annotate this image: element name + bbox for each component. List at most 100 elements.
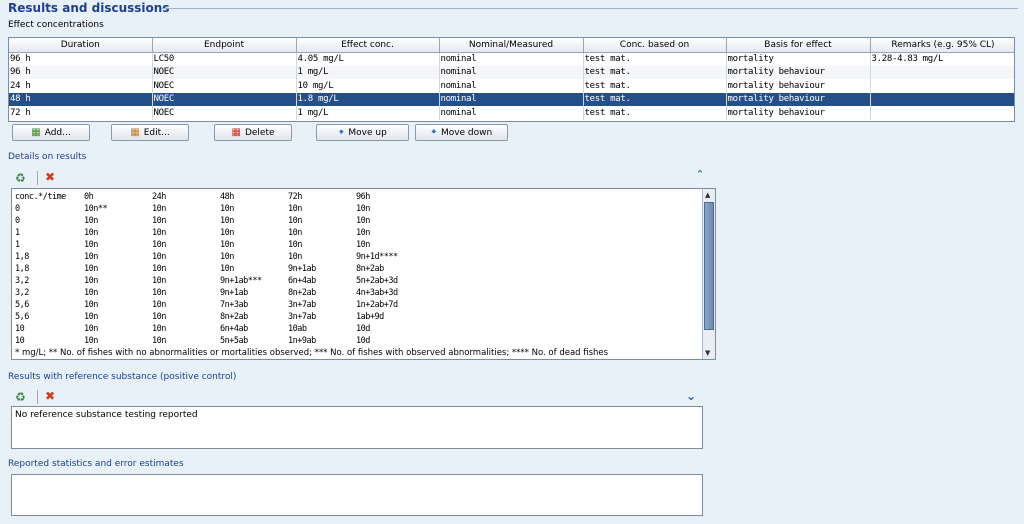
red-x-icon[interactable]: ✖ [45, 390, 55, 402]
details-cell: 10n [152, 312, 166, 322]
details-cell: 10n [84, 336, 98, 346]
effect-concentrations-table[interactable]: Duration Endpoint Effect conc. Nominal/M… [8, 37, 1015, 122]
section-title: Results and discussions [8, 1, 170, 15]
table-row[interactable]: 48 h NOEC 1.8 mg/L nominal test mat. mortalit… [9, 92, 1014, 106]
table-cell: 24 h [9, 79, 153, 93]
details-cell: 10n [220, 204, 234, 214]
delete-button[interactable]: ▦ Delete [214, 124, 292, 141]
details-cell: conc.*/time [15, 192, 66, 202]
details-cell: 1 [15, 228, 20, 238]
details-row: 1,8 10n 10n 10n 9n+1ab 8n+2ab [15, 263, 701, 275]
details-cell: 5,6 [15, 312, 29, 322]
table-cell: test mat. [583, 65, 727, 79]
edit-table-icon: ▦ [130, 126, 140, 138]
details-cell: 72h [288, 192, 302, 202]
details-cell: 10n [152, 324, 166, 334]
details-cell: 7n+3ab [220, 300, 248, 310]
col-nominal-measured[interactable]: Nominal/Measured [439, 38, 584, 53]
details-cell: 1n+9ab [288, 336, 316, 346]
details-cell: 10n [152, 216, 166, 226]
table-cell: 96 h [9, 65, 153, 79]
details-cell: 10n [84, 252, 98, 262]
edit-button-label: Edit... [143, 127, 170, 138]
scroll-down-icon[interactable]: ▼ [705, 349, 710, 357]
details-cell: 10 [15, 324, 25, 334]
toolbar-separator [37, 390, 38, 404]
details-cell: 10n [288, 252, 302, 262]
details-row: 1 10n 10n 10n 10n 10n [15, 239, 701, 251]
edit-button[interactable]: ▦ Edit... [111, 124, 189, 141]
arrow-down-icon: 🠻 [430, 126, 437, 138]
table-row[interactable]: 96 h LC50 4.05 mg/L nominal test mat. mortali… [9, 52, 1014, 66]
col-endpoint[interactable]: Endpoint [152, 38, 297, 53]
details-cell: 9n+1ab [220, 288, 248, 298]
statistics-text-area[interactable] [11, 474, 703, 516]
delete-table-icon: ▦ [231, 126, 241, 138]
table-cell: nominal [439, 65, 584, 79]
details-on-results-label: Details on results [8, 152, 87, 162]
table-header-row: Duration Endpoint Effect conc. Nominal/M… [9, 38, 1014, 53]
details-cell: 10n [84, 228, 98, 238]
details-cell: 10n [356, 240, 370, 250]
table-cell [870, 65, 1014, 79]
details-row: conc.*/time 0h 24h 48h 72h 96h [15, 191, 701, 203]
table-cell: nominal [439, 92, 584, 106]
details-cell: 10n [152, 264, 166, 274]
details-cell: 0 [15, 204, 20, 214]
col-effect-conc[interactable]: Effect conc. [296, 38, 440, 53]
col-basis-for-effect[interactable]: Basis for effect [726, 38, 871, 53]
details-footnote: * mg/L; ** No. of fishes with no abnorma… [15, 348, 701, 358]
details-cell: 5n+2ab+3d [356, 276, 398, 286]
green-add-icon[interactable]: ♻ [15, 391, 26, 403]
scroll-up-icon[interactable]: ▲ [705, 191, 710, 199]
col-conc-based-on[interactable]: Conc. based on [583, 38, 727, 53]
table-row[interactable]: 24 h NOEC 10 mg/L nominal test mat. mortality… [9, 79, 1014, 93]
details-cell: 10n [84, 240, 98, 250]
details-cell: 24h [152, 192, 166, 202]
details-cell: 48h [220, 192, 234, 202]
scroll-thumb[interactable] [704, 202, 714, 330]
table-cell: 96 h [9, 52, 153, 66]
green-add-icon[interactable]: ♻ [15, 172, 26, 184]
details-cell: 10n [84, 264, 98, 274]
details-cell: 10n [152, 288, 166, 298]
details-cell: 10n [152, 336, 166, 346]
add-table-icon: ▦ [31, 126, 41, 138]
details-cell: 10n [220, 252, 234, 262]
details-cell: 10ab [288, 324, 307, 334]
reference-text-area[interactable]: No reference substance testing reported [11, 406, 703, 449]
col-duration[interactable]: Duration [9, 38, 153, 53]
table-row[interactable]: 96 h NOEC 1 mg/L nominal test mat. mortality … [9, 65, 1014, 79]
details-cell: 1ab+9d [356, 312, 384, 322]
details-cell: 10n [84, 216, 98, 226]
details-cell: 9n+1d**** [356, 252, 398, 262]
double-chevron-down-icon[interactable]: ⌄ [686, 390, 696, 402]
red-x-icon[interactable]: ✖ [45, 171, 55, 183]
details-cell: 6n+4ab [288, 276, 316, 286]
details-cell: 0h [84, 192, 94, 202]
details-scrollbar[interactable]: ▲ ▼ [702, 189, 715, 359]
details-cell: 10d [356, 324, 370, 334]
details-cell: 10n [84, 276, 98, 286]
move-up-button[interactable]: 🠹 Move up [316, 124, 409, 141]
double-chevron-up-icon[interactable]: ˆ [697, 170, 703, 182]
table-cell [870, 106, 1014, 120]
details-cell: 10n [152, 240, 166, 250]
add-button[interactable]: ▦ Add... [12, 124, 90, 141]
table-cell: 72 h [9, 106, 153, 120]
table-cell: mortality [726, 52, 871, 66]
details-row: 5,6 10n 10n 8n+2ab 3n+7ab 1ab+9d [15, 311, 701, 323]
table-cell: mortality behaviour [726, 79, 871, 93]
table-cell: NOEC [152, 79, 297, 93]
table-row[interactable]: 72 h NOEC 1 mg/L nominal test mat. mortality … [9, 106, 1014, 120]
table-cell: nominal [439, 52, 584, 66]
details-cell: 10d [356, 336, 370, 346]
table-cell: 48 h [9, 92, 153, 106]
details-cell: 1,8 [15, 252, 29, 262]
statistics-label: Reported statistics and error estimates [8, 459, 184, 469]
move-down-button[interactable]: 🠻 Move down [415, 124, 508, 141]
col-remarks[interactable]: Remarks (e.g. 95% CL) [870, 38, 1014, 53]
details-cell: 6n+4ab [220, 324, 248, 334]
details-text-area[interactable]: conc.*/time 0h 24h 48h 72h 96h 0 10n** 10n 10n 10n… [11, 188, 716, 360]
add-button-label: Add... [44, 127, 71, 138]
